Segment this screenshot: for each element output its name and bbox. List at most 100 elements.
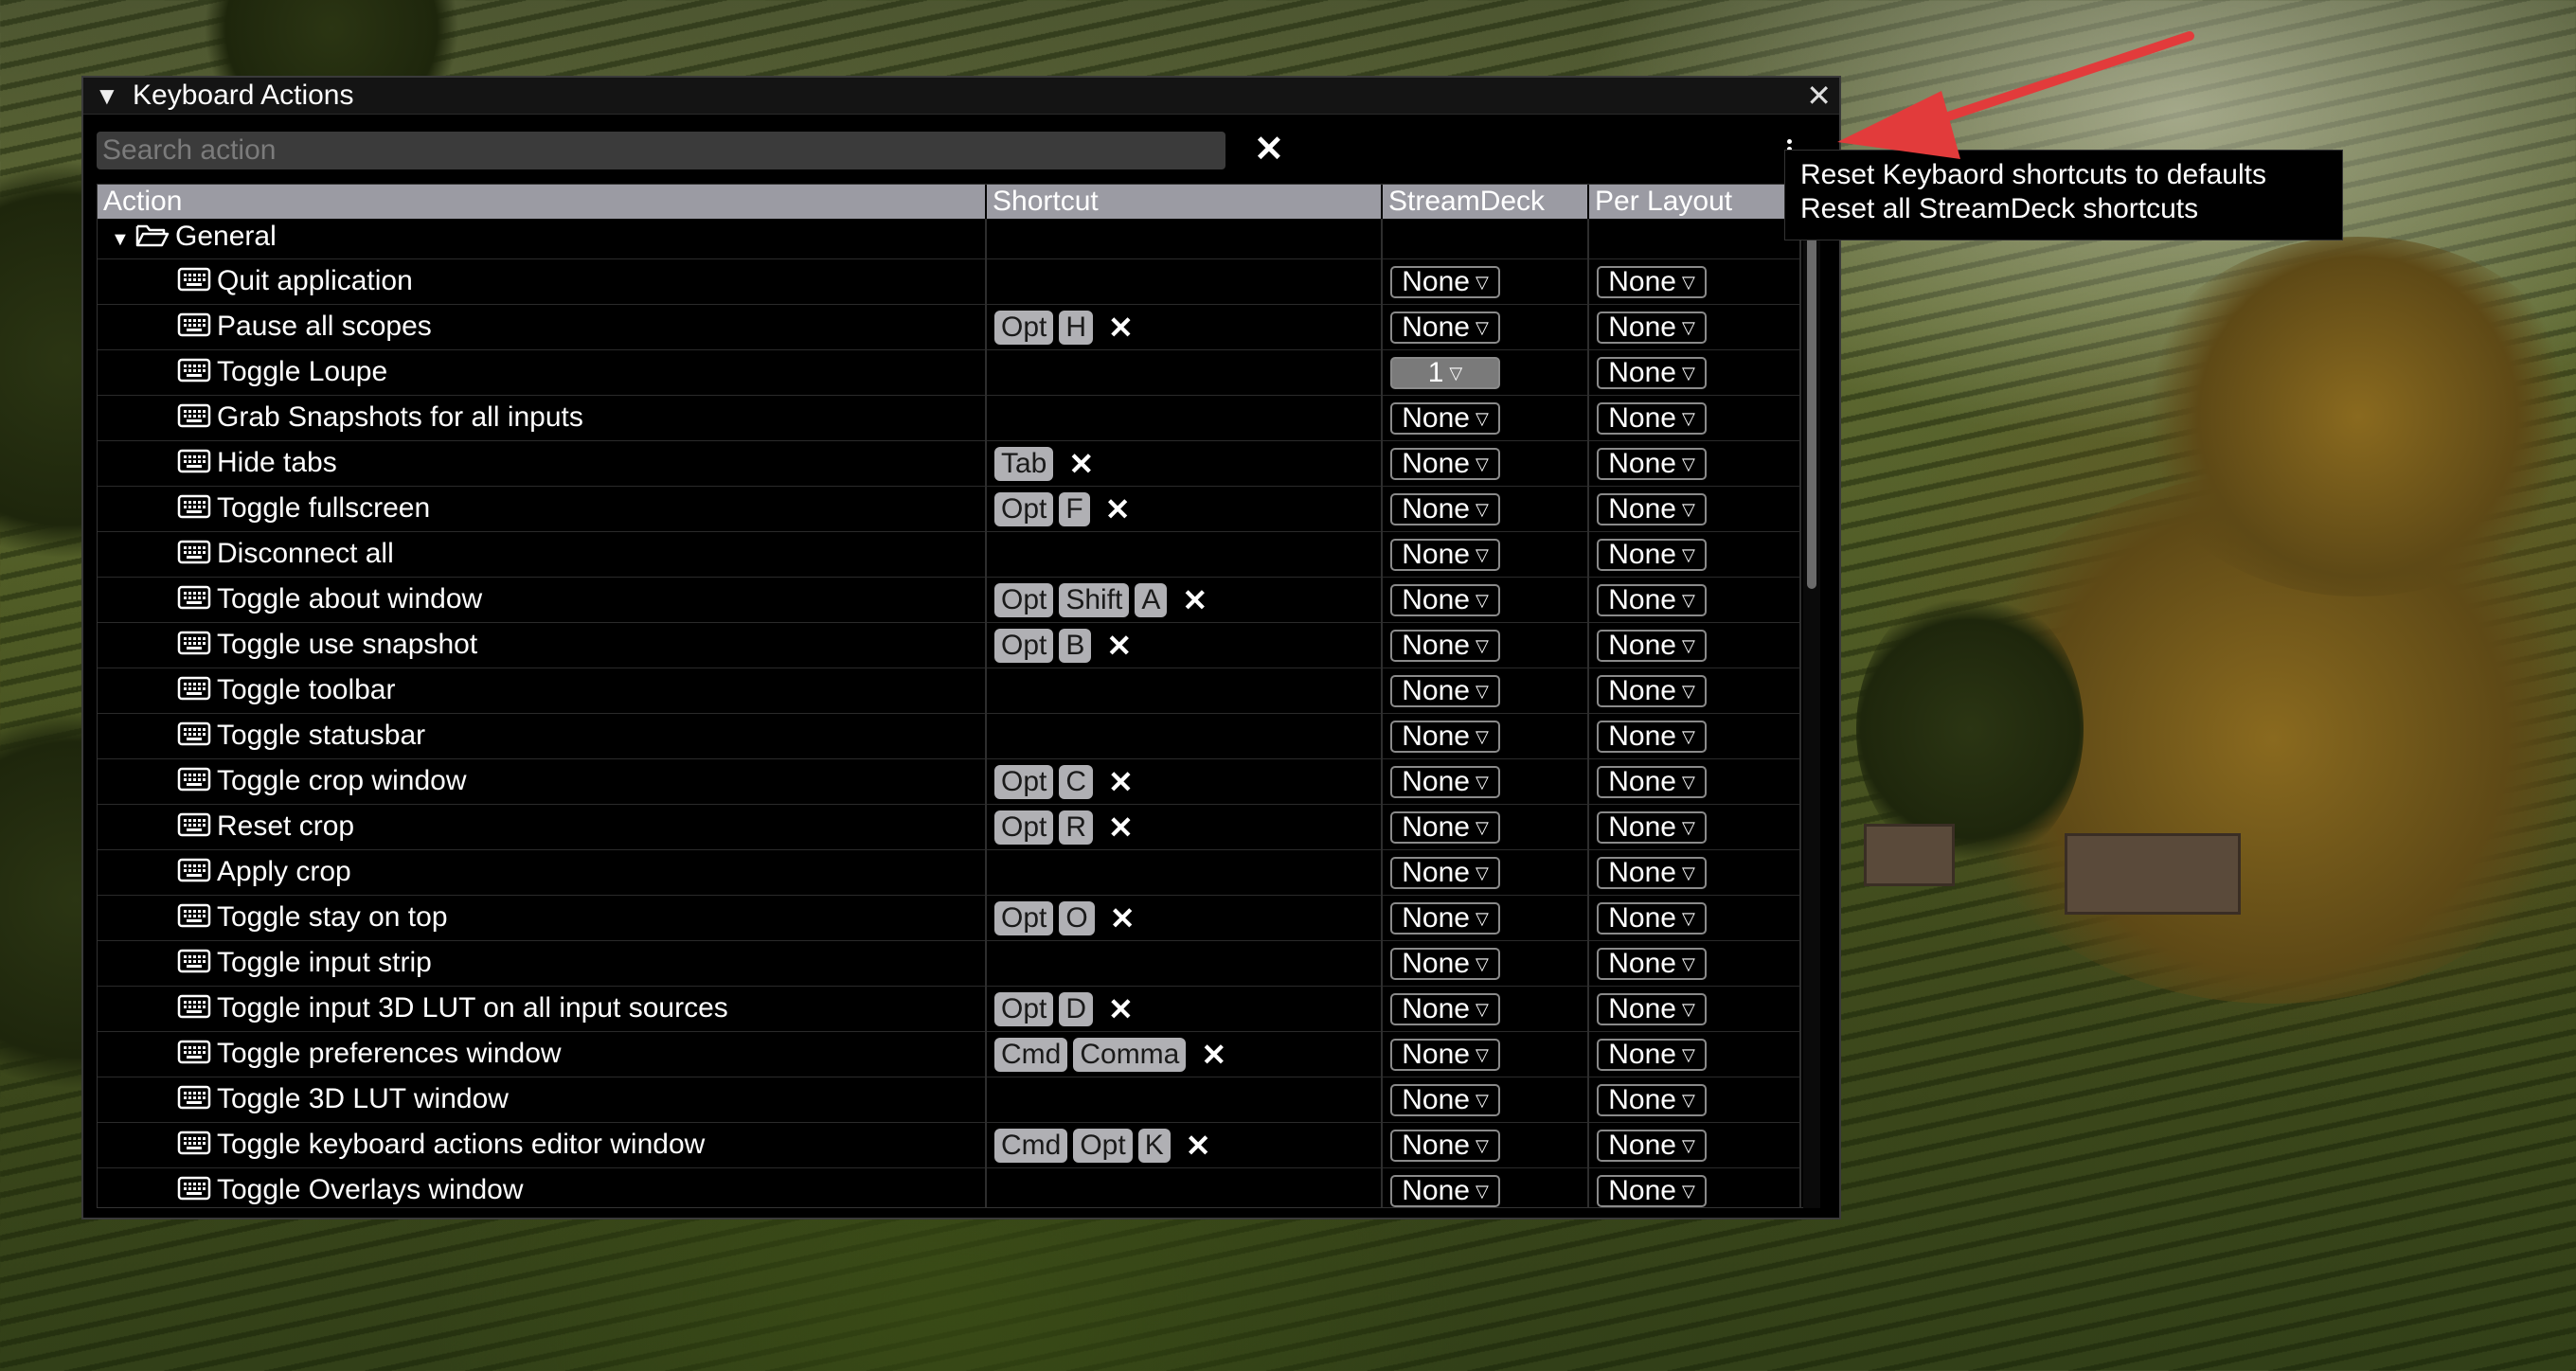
expand-triangle-icon[interactable]: ▼ xyxy=(111,229,135,251)
remove-shortcut-x-icon[interactable]: ✕ xyxy=(1108,810,1134,846)
action-row[interactable]: Toggle 3D LUT window None ▽ None ▽ xyxy=(98,1077,1801,1123)
shortcut-cell[interactable] xyxy=(986,940,1383,987)
shortcut-cell[interactable] xyxy=(986,1167,1383,1207)
per-layout-dropdown[interactable]: None ▽ xyxy=(1597,721,1707,754)
action-row[interactable]: Toggle input strip None ▽ None ▽ xyxy=(98,940,1801,987)
per-layout-dropdown[interactable]: None ▽ xyxy=(1597,675,1707,708)
per-layout-dropdown[interactable]: None ▽ xyxy=(1597,539,1707,572)
streamdeck-dropdown[interactable]: None ▽ xyxy=(1390,902,1500,935)
shortcut-key[interactable]: O xyxy=(1059,900,1095,935)
streamdeck-dropdown[interactable]: 1 ▽ xyxy=(1390,357,1500,390)
shortcut-cell[interactable]: Cmd Opt K ✕ xyxy=(986,1122,1383,1168)
remove-shortcut-x-icon[interactable]: ✕ xyxy=(1106,628,1132,664)
streamdeck-dropdown[interactable]: None ▽ xyxy=(1390,675,1500,708)
action-row[interactable]: Toggle Loupe 1 ▽ None ▽ xyxy=(98,349,1801,396)
streamdeck-dropdown[interactable]: None ▽ xyxy=(1390,993,1500,1026)
remove-shortcut-x-icon[interactable]: ✕ xyxy=(1105,491,1131,527)
shortcut-key[interactable]: Opt xyxy=(994,764,1054,799)
shortcut-cell[interactable]: Opt Shift A ✕ xyxy=(986,577,1383,623)
actions-table-container[interactable]: Action Shortcut StreamDeck Per Layout ▼ G… xyxy=(97,184,1820,1208)
shortcut-key[interactable]: Cmd xyxy=(994,1128,1068,1163)
per-layout-dropdown[interactable]: None ▽ xyxy=(1597,993,1707,1026)
streamdeck-dropdown[interactable]: None ▽ xyxy=(1390,1039,1500,1072)
shortcut-key[interactable]: Opt xyxy=(994,310,1054,345)
action-row[interactable]: Toggle keyboard actions editor window Cmd… xyxy=(98,1122,1801,1168)
action-row[interactable]: Apply crop None ▽ None ▽ xyxy=(98,849,1801,896)
action-row[interactable]: Hide tabs Tab ✕ None ▽ None ▽ xyxy=(98,440,1801,487)
shortcut-key[interactable]: Opt xyxy=(994,900,1054,935)
per-layout-dropdown[interactable]: None ▽ xyxy=(1597,584,1707,617)
per-layout-dropdown[interactable]: None ▽ xyxy=(1597,811,1707,845)
table-scrollbar[interactable] xyxy=(1803,184,1820,1208)
streamdeck-dropdown[interactable]: None ▽ xyxy=(1390,811,1500,845)
shortcut-cell[interactable] xyxy=(986,349,1383,396)
shortcut-key[interactable]: F xyxy=(1059,491,1090,526)
shortcut-cell[interactable] xyxy=(986,258,1383,305)
action-row[interactable]: Grab Snapshots for all inputs None ▽ None ▽ xyxy=(98,395,1801,441)
window-titlebar[interactable]: ▼ Keyboard Actions ✕ xyxy=(83,78,1839,115)
per-layout-dropdown[interactable]: None ▽ xyxy=(1597,1084,1707,1117)
per-layout-dropdown[interactable]: None ▽ xyxy=(1597,948,1707,981)
per-layout-dropdown[interactable]: None ▽ xyxy=(1597,857,1707,890)
per-layout-dropdown[interactable]: None ▽ xyxy=(1597,402,1707,436)
action-row[interactable]: Toggle about window Opt Shift A ✕ None ▽ None ▽ xyxy=(98,577,1801,623)
streamdeck-dropdown[interactable]: None ▽ xyxy=(1390,766,1500,799)
shortcut-cell[interactable] xyxy=(986,668,1383,714)
streamdeck-dropdown[interactable]: None ▽ xyxy=(1390,312,1500,345)
action-row[interactable]: Toggle stay on top Opt O ✕ None ▽ None ▽ xyxy=(98,895,1801,941)
action-row[interactable]: Reset crop Opt R ✕ None ▽ None ▽ xyxy=(98,804,1801,850)
streamdeck-dropdown[interactable]: None ▽ xyxy=(1390,448,1500,481)
action-row[interactable]: Quit application None ▽ None ▽ xyxy=(98,258,1801,305)
shortcut-cell[interactable] xyxy=(986,531,1383,578)
remove-shortcut-x-icon[interactable]: ✕ xyxy=(1110,900,1136,936)
column-header-shortcut[interactable]: Shortcut xyxy=(986,185,1383,219)
shortcut-key[interactable]: Opt xyxy=(994,628,1054,663)
search-clear-x-icon[interactable]: ✕ xyxy=(1254,131,1284,169)
action-row[interactable]: Toggle preferences window Cmd Comma ✕ None ▽ N… xyxy=(98,1031,1801,1077)
shortcut-key[interactable]: Opt xyxy=(994,491,1054,526)
streamdeck-dropdown[interactable]: None ▽ xyxy=(1390,402,1500,436)
remove-shortcut-x-icon[interactable]: ✕ xyxy=(1108,310,1134,346)
shortcut-key[interactable]: Opt xyxy=(994,991,1054,1026)
remove-shortcut-x-icon[interactable]: ✕ xyxy=(1182,582,1208,618)
shortcut-key[interactable]: Shift xyxy=(1059,582,1130,617)
action-row[interactable]: Toggle statusbar None ▽ None ▽ xyxy=(98,713,1801,759)
action-row[interactable]: Toggle Overlays window None ▽ None ▽ xyxy=(98,1167,1801,1207)
shortcut-key[interactable]: Cmd xyxy=(994,1037,1068,1072)
streamdeck-dropdown[interactable]: None ▽ xyxy=(1390,584,1500,617)
menu-item-reset-keyboard-shortcuts[interactable]: Reset Keybaord shortcuts to defaults xyxy=(1785,158,2342,192)
remove-shortcut-x-icon[interactable]: ✕ xyxy=(1108,991,1134,1027)
scrollbar-thumb[interactable] xyxy=(1807,225,1816,589)
shortcut-key[interactable]: R xyxy=(1059,810,1094,845)
streamdeck-dropdown[interactable]: None ▽ xyxy=(1390,1130,1500,1163)
action-row[interactable]: Disconnect all None ▽ None ▽ xyxy=(98,531,1801,578)
shortcut-key[interactable]: B xyxy=(1059,628,1092,663)
per-layout-dropdown[interactable]: None ▽ xyxy=(1597,266,1707,299)
per-layout-dropdown[interactable]: None ▽ xyxy=(1597,448,1707,481)
shortcut-cell[interactable]: Opt O ✕ xyxy=(986,895,1383,941)
streamdeck-dropdown[interactable]: None ▽ xyxy=(1390,539,1500,572)
per-layout-dropdown[interactable]: None ▽ xyxy=(1597,630,1707,663)
column-header-per-layout[interactable]: Per Layout xyxy=(1588,185,1801,219)
shortcut-key[interactable]: Opt xyxy=(994,582,1054,617)
streamdeck-dropdown[interactable]: None ▽ xyxy=(1390,493,1500,526)
shortcut-key[interactable]: A xyxy=(1135,582,1168,617)
shortcut-cell[interactable]: Cmd Comma ✕ xyxy=(986,1031,1383,1077)
shortcut-key[interactable]: C xyxy=(1059,764,1094,799)
streamdeck-dropdown[interactable]: None ▽ xyxy=(1390,630,1500,663)
streamdeck-dropdown[interactable]: None ▽ xyxy=(1390,266,1500,299)
menu-item-reset-streamdeck-shortcuts[interactable]: Reset all StreamDeck shortcuts xyxy=(1785,192,2342,226)
shortcut-cell[interactable]: Opt D ✕ xyxy=(986,986,1383,1032)
streamdeck-dropdown[interactable]: None ▽ xyxy=(1390,721,1500,754)
shortcut-cell[interactable] xyxy=(986,713,1383,759)
action-row[interactable]: Toggle input 3D LUT on all input sources… xyxy=(98,986,1801,1032)
search-input[interactable] xyxy=(97,132,1225,169)
per-layout-dropdown[interactable]: None ▽ xyxy=(1597,493,1707,526)
remove-shortcut-x-icon[interactable]: ✕ xyxy=(1186,1128,1211,1164)
shortcut-key[interactable]: Opt xyxy=(1073,1128,1133,1163)
shortcut-key[interactable]: Comma xyxy=(1073,1037,1187,1072)
action-row[interactable]: Toggle fullscreen Opt F ✕ None ▽ None ▽ xyxy=(98,486,1801,532)
remove-shortcut-x-icon[interactable]: ✕ xyxy=(1201,1037,1226,1073)
shortcut-key[interactable]: K xyxy=(1137,1128,1171,1163)
streamdeck-dropdown[interactable]: None ▽ xyxy=(1390,857,1500,890)
